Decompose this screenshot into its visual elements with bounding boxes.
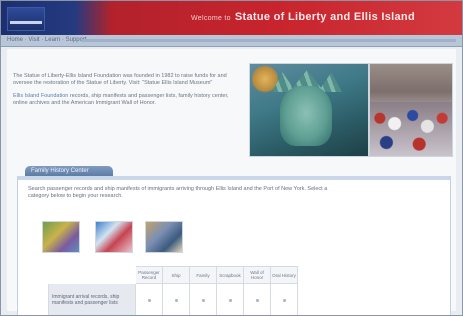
table-cell[interactable] <box>189 283 217 315</box>
tab-family-history[interactable]: Family History Center <box>25 166 113 176</box>
family-history-section: Search passenger records and ship manife… <box>17 176 451 315</box>
table-cell[interactable] <box>270 283 298 315</box>
intro-text: The Statue of Liberty-Ellis Island Found… <box>13 73 243 113</box>
records-table: Passenger Record Ship Family Scrapbook W… <box>48 266 298 315</box>
crowd-image <box>370 102 452 156</box>
row-label: Immigrant arrival records, ship manifest… <box>48 283 136 315</box>
site-title-prefix: Welcome to <box>191 15 231 22</box>
table-cell[interactable] <box>135 283 163 315</box>
thumbnail-2[interactable] <box>95 221 133 253</box>
statue-face-image <box>280 86 332 146</box>
table-header: Ship <box>162 266 190 284</box>
intro-link[interactable]: Ellis Island Foundation <box>13 93 68 99</box>
table-cell[interactable] <box>216 283 244 315</box>
table-row: Immigrant arrival records, ship manifest… <box>48 283 298 315</box>
logo[interactable] <box>7 7 45 31</box>
site-title-text: Statue of Liberty and Ellis Island <box>234 11 415 23</box>
thumbnail-3[interactable] <box>145 221 183 253</box>
browser-frame: Welcome to Statue of Liberty and Ellis Is… <box>0 0 463 316</box>
table-header: Wall of Honor <box>243 266 271 284</box>
nav-bar[interactable]: Home · Visit · Learn · Support <box>1 35 462 47</box>
bullet-icon <box>228 298 232 302</box>
table-cell[interactable] <box>162 283 190 315</box>
table-header: Family <box>189 266 217 284</box>
thumbnail-1[interactable] <box>42 221 80 253</box>
nav-links[interactable]: Home · Visit · Learn · Support <box>7 37 87 43</box>
table-corner <box>49 267 136 284</box>
table-header: Oral History <box>270 266 298 284</box>
site-banner: Welcome to Statue of Liberty and Ellis Is… <box>1 1 462 35</box>
bullet-icon <box>255 298 259 302</box>
main-content: The Statue of Liberty-Ellis Island Found… <box>7 49 456 315</box>
bullet-icon <box>201 298 205 302</box>
table-header-row: Passenger Record Ship Family Scrapbook W… <box>49 266 298 284</box>
section-description: Search passenger records and ship manife… <box>28 186 328 199</box>
bullet-icon <box>282 298 286 302</box>
statue-photo <box>249 63 369 157</box>
logo-mark <box>10 21 42 24</box>
intro-paragraph-1: The Statue of Liberty-Ellis Island Found… <box>13 73 227 86</box>
table-header: Scrapbook <box>216 266 244 284</box>
site-title: Welcome to Statue of Liberty and Ellis Is… <box>191 11 415 23</box>
intro-paragraph-2: Ellis Island Foundation records, ship ma… <box>13 93 243 107</box>
bullet-icon <box>174 298 178 302</box>
crowd-photo <box>369 63 453 157</box>
bullet-icon <box>147 298 151 302</box>
table-cell[interactable] <box>243 283 271 315</box>
nav-strip <box>81 39 456 42</box>
table-header: Passenger Record <box>135 266 163 284</box>
